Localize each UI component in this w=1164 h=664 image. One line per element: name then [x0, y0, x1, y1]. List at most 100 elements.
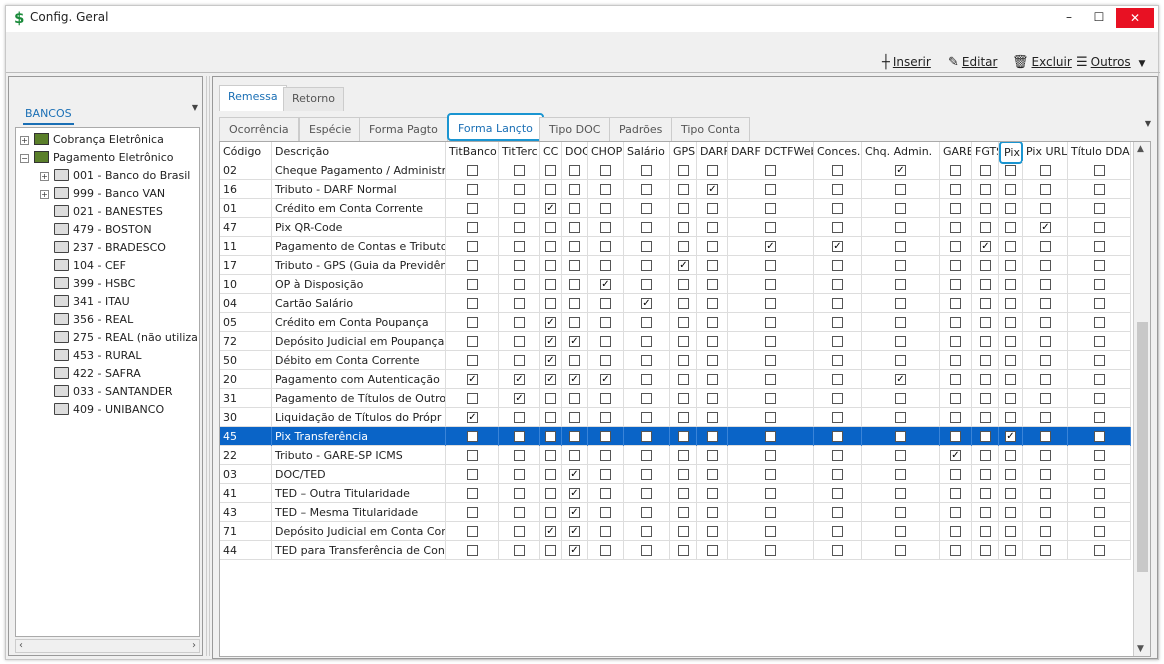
checkbox[interactable]: [514, 279, 525, 290]
checkbox[interactable]: [514, 545, 525, 556]
table-row[interactable]: 03 DOC/TED ✓: [220, 465, 1131, 484]
checkbox[interactable]: [600, 507, 611, 518]
expand-icon[interactable]: +: [40, 190, 49, 199]
column-header[interactable]: Pix URL: [1023, 142, 1068, 161]
checkbox[interactable]: [1040, 298, 1051, 309]
checkbox[interactable]: [641, 526, 652, 537]
checkbox[interactable]: [1094, 279, 1105, 290]
checkbox[interactable]: [765, 545, 776, 556]
tree-node[interactable]: 033 - SANTANDER: [54, 383, 173, 401]
checkbox[interactable]: [950, 355, 961, 366]
inserir-button[interactable]: ┼ Inserir: [882, 50, 931, 74]
tree-node[interactable]: 422 - SAFRA: [54, 365, 141, 383]
checkbox[interactable]: [600, 450, 611, 461]
checkbox[interactable]: [832, 203, 843, 214]
checkbox[interactable]: [765, 279, 776, 290]
checkbox[interactable]: [707, 450, 718, 461]
checkbox[interactable]: [980, 279, 991, 290]
checkbox[interactable]: [765, 222, 776, 233]
checkbox[interactable]: [1094, 317, 1105, 328]
expand-icon[interactable]: +: [40, 172, 49, 181]
table-row[interactable]: 45 Pix Transferência ✓: [220, 427, 1131, 446]
tree-node[interactable]: 001 - Banco do Brasil: [54, 167, 190, 185]
checkbox[interactable]: [1094, 412, 1105, 423]
tree-node[interactable]: 341 - ITAU: [54, 293, 130, 311]
editar-button[interactable]: ✎ Editar: [948, 50, 997, 74]
checkbox[interactable]: [1005, 545, 1016, 556]
checkbox[interactable]: [895, 450, 906, 461]
checkbox[interactable]: ✓: [545, 374, 556, 385]
checkbox[interactable]: [1040, 450, 1051, 461]
checkbox[interactable]: [678, 317, 689, 328]
checkbox[interactable]: [569, 317, 580, 328]
maximize-button[interactable]: ☐: [1084, 6, 1114, 28]
checkbox[interactable]: [678, 298, 689, 309]
checkbox[interactable]: [545, 412, 556, 423]
checkbox[interactable]: [600, 222, 611, 233]
checkbox[interactable]: [895, 545, 906, 556]
checkbox[interactable]: [1040, 374, 1051, 385]
checkbox[interactable]: [678, 222, 689, 233]
checkbox[interactable]: [467, 241, 478, 252]
collapse-icon[interactable]: −: [20, 154, 29, 163]
tree-node[interactable]: 399 - HSBC: [54, 275, 135, 293]
checkbox[interactable]: [1005, 222, 1016, 233]
checkbox[interactable]: ✓: [1005, 431, 1016, 442]
checkbox[interactable]: [832, 279, 843, 290]
checkbox[interactable]: [980, 412, 991, 423]
checkbox[interactable]: [678, 545, 689, 556]
checkbox[interactable]: [765, 507, 776, 518]
checkbox[interactable]: [600, 488, 611, 499]
table-row[interactable]: 71 Depósito Judicial em Conta Cor ✓ ✓: [220, 522, 1131, 541]
checkbox[interactable]: ✓: [832, 241, 843, 252]
checkbox[interactable]: [832, 507, 843, 518]
checkbox[interactable]: [1040, 184, 1051, 195]
tree-node[interactable]: Cobrança Eletrônica: [34, 131, 164, 149]
checkbox[interactable]: [895, 412, 906, 423]
checkbox[interactable]: [641, 184, 652, 195]
checkbox[interactable]: [980, 450, 991, 461]
checkbox[interactable]: [832, 450, 843, 461]
checkbox[interactable]: [467, 469, 478, 480]
checkbox[interactable]: [678, 412, 689, 423]
checkbox[interactable]: [514, 488, 525, 499]
checkbox[interactable]: [678, 279, 689, 290]
checkbox[interactable]: [514, 317, 525, 328]
column-header[interactable]: DARF DCTFWeb: [728, 142, 814, 161]
checkbox[interactable]: [678, 184, 689, 195]
checkbox[interactable]: [980, 393, 991, 404]
column-header[interactable]: CHOP: [588, 142, 624, 161]
checkbox[interactable]: [707, 279, 718, 290]
minimize-button[interactable]: –: [1054, 6, 1084, 28]
checkbox[interactable]: [1005, 488, 1016, 499]
checkbox[interactable]: [707, 393, 718, 404]
checkbox[interactable]: [765, 393, 776, 404]
checkbox[interactable]: [980, 222, 991, 233]
checkbox[interactable]: [467, 355, 478, 366]
checkbox[interactable]: [545, 450, 556, 461]
checkbox[interactable]: [980, 374, 991, 385]
checkbox[interactable]: [1005, 393, 1016, 404]
banks-tree[interactable]: + Cobrança Eletrônica − Pagamento Eletrônic…: [15, 127, 200, 637]
checkbox[interactable]: [600, 336, 611, 347]
checkbox[interactable]: [707, 374, 718, 385]
column-header[interactable]: TitTerc: [499, 142, 540, 161]
checkbox[interactable]: [980, 469, 991, 480]
checkbox[interactable]: [467, 431, 478, 442]
checkbox[interactable]: [980, 317, 991, 328]
checkbox[interactable]: [707, 203, 718, 214]
checkbox[interactable]: [1094, 393, 1105, 404]
checkbox[interactable]: [600, 241, 611, 252]
table-row[interactable]: 11 Pagamento de Contas e Tributo ✓ ✓ ✓: [220, 237, 1131, 256]
checkbox[interactable]: [1005, 526, 1016, 537]
checkbox[interactable]: [545, 165, 556, 176]
checkbox[interactable]: [678, 374, 689, 385]
checkbox[interactable]: [641, 431, 652, 442]
checkbox[interactable]: [765, 184, 776, 195]
checkbox[interactable]: [545, 431, 556, 442]
checkbox[interactable]: [1005, 279, 1016, 290]
checkbox[interactable]: [467, 450, 478, 461]
checkbox[interactable]: [678, 450, 689, 461]
checkbox[interactable]: [895, 260, 906, 271]
checkbox[interactable]: [832, 431, 843, 442]
